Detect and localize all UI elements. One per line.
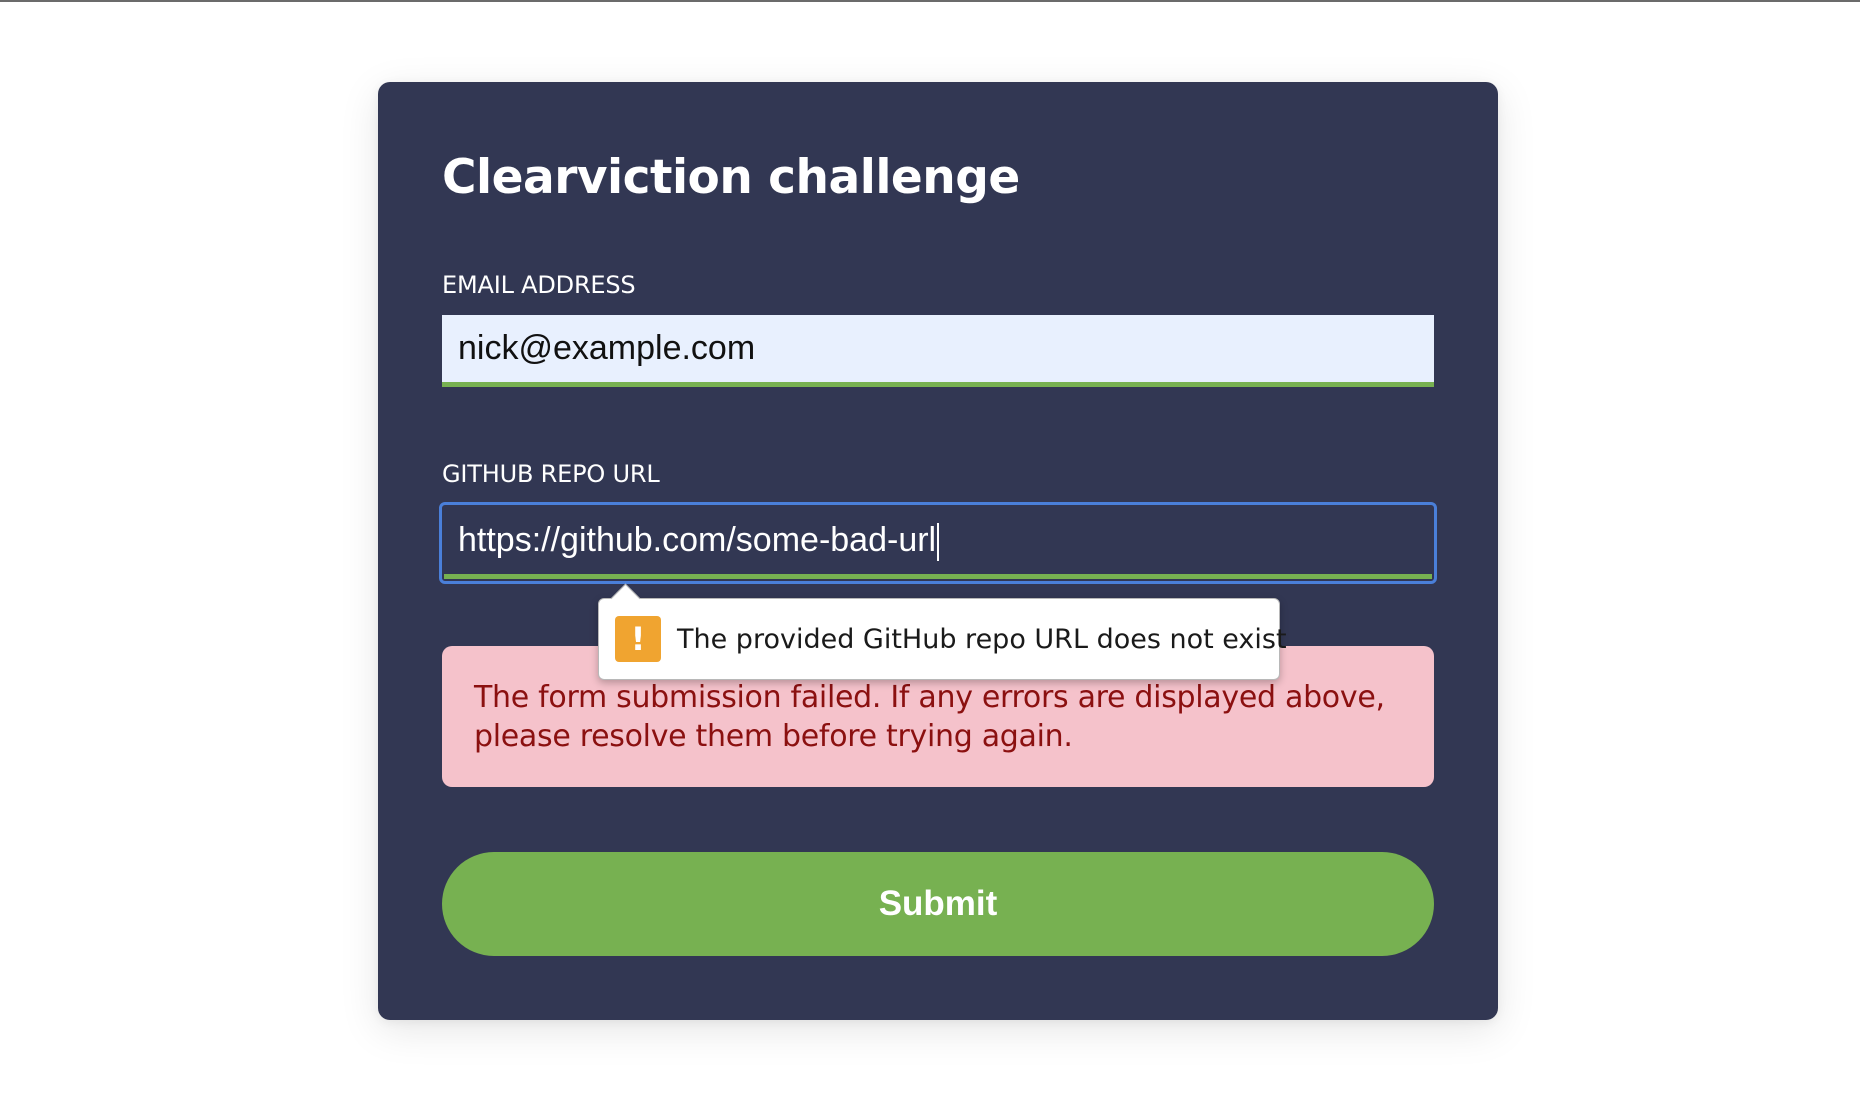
warning-icon: ! [615, 616, 661, 662]
browser-top-border [0, 0, 1860, 2]
email-label: EMAIL ADDRESS [442, 271, 636, 299]
validation-tooltip-message: The provided GitHub repo URL does not ex… [677, 623, 1287, 655]
submit-button[interactable]: Submit [442, 852, 1434, 956]
github-repo-label: GITHUB REPO URL [442, 460, 660, 488]
validation-tooltip: ! The provided GitHub repo URL does not … [598, 583, 1287, 680]
challenge-form-card: Clearviction challenge EMAIL ADDRESS GIT… [378, 82, 1498, 1020]
email-field[interactable] [442, 315, 1434, 387]
github-repo-focus-ring [439, 502, 1437, 584]
form-title: Clearviction challenge [442, 150, 1020, 205]
text-cursor [937, 523, 940, 561]
